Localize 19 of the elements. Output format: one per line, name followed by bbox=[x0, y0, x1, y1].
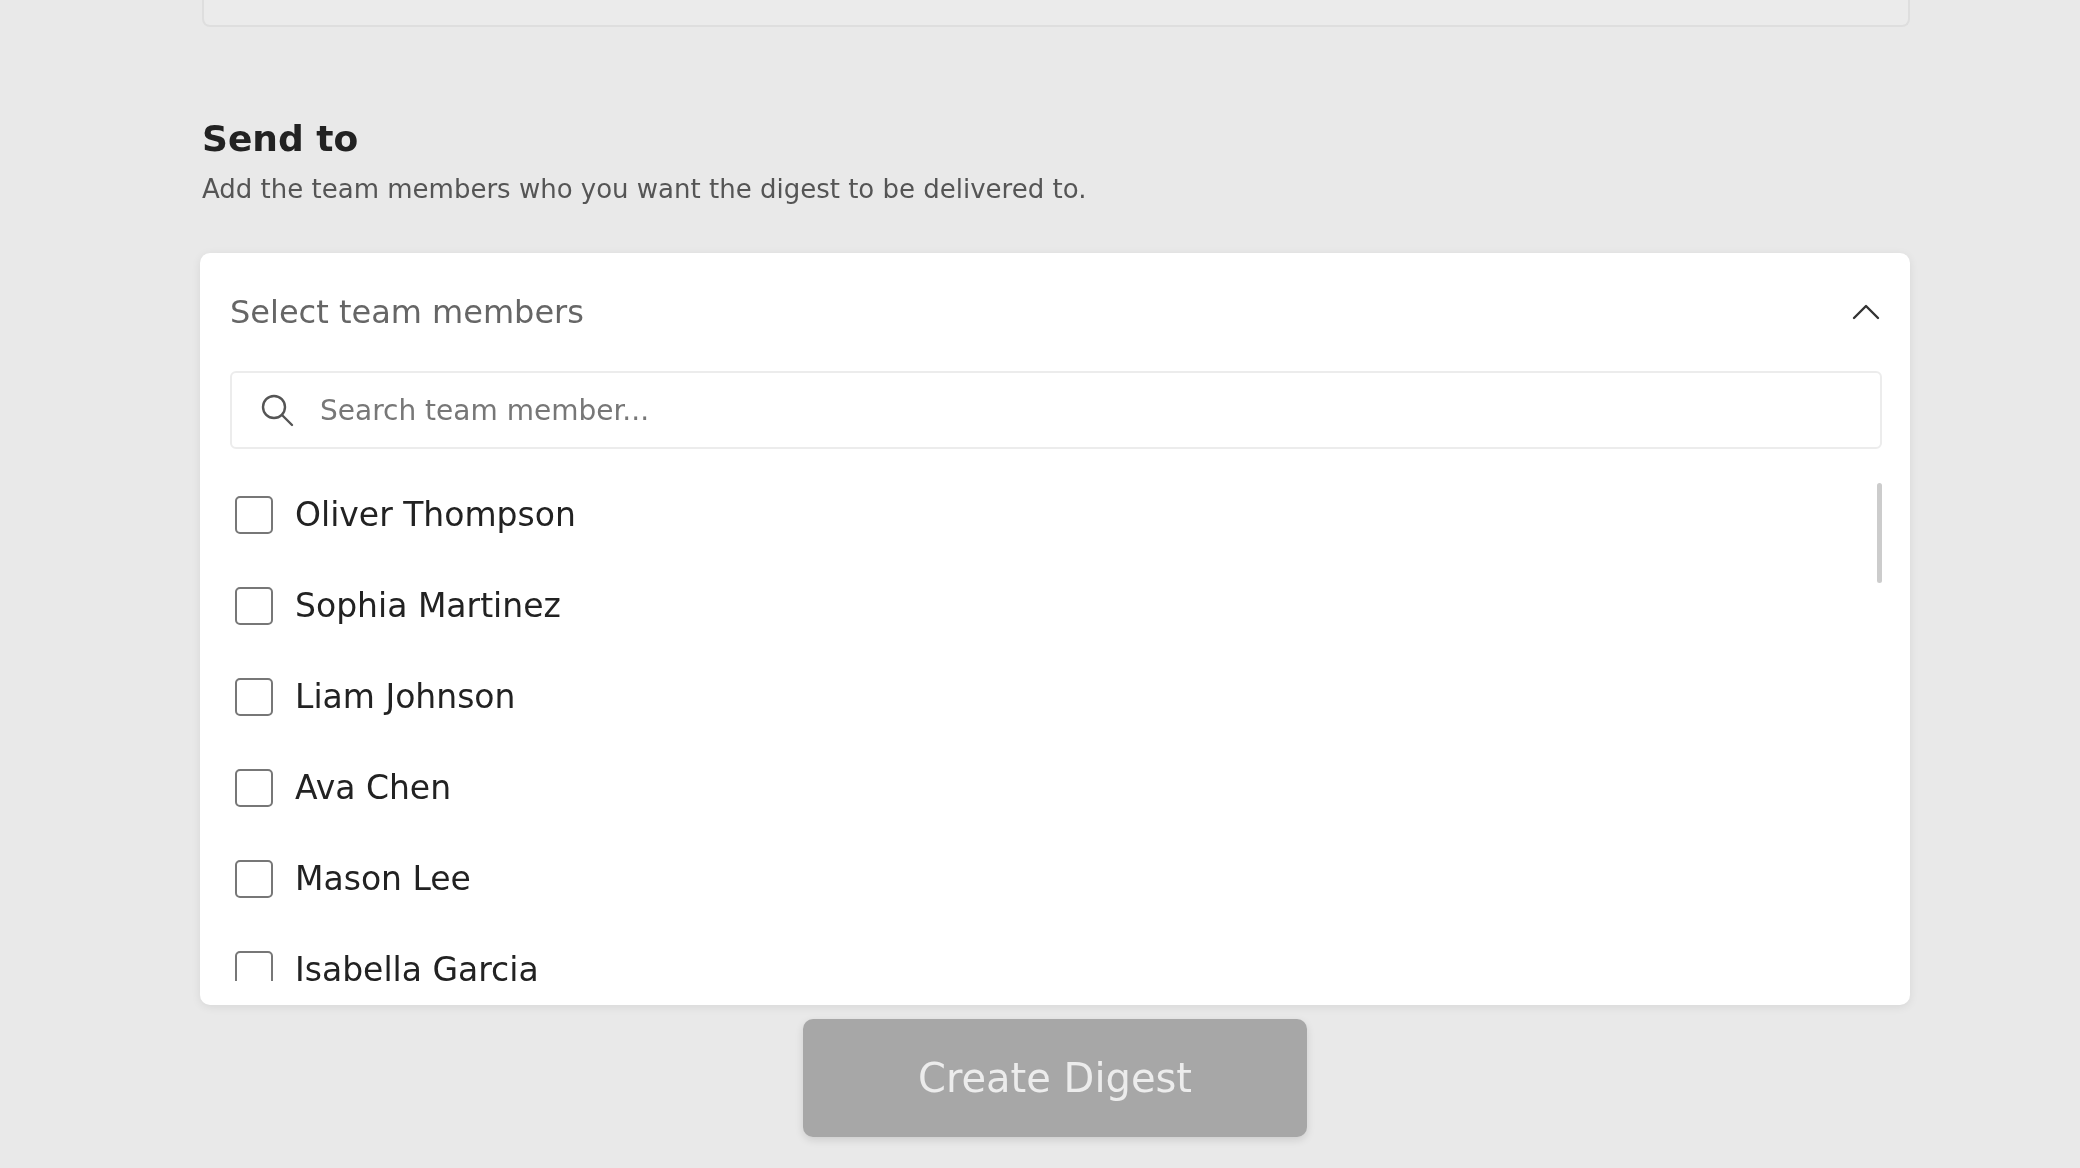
member-name[interactable]: Isabella Garcia bbox=[295, 950, 539, 981]
checkbox[interactable] bbox=[235, 859, 273, 898]
checkbox[interactable] bbox=[235, 586, 273, 625]
search-icon bbox=[260, 393, 294, 427]
checkbox[interactable] bbox=[235, 950, 273, 981]
member-name[interactable]: Ava Chen bbox=[295, 768, 452, 807]
section-title: Send to bbox=[202, 117, 360, 161]
dropdown-placeholder[interactable]: Select team members bbox=[230, 293, 584, 331]
search-field[interactable]: Search team member... bbox=[230, 371, 1882, 449]
member-name[interactable]: Sophia Martinez bbox=[295, 586, 561, 625]
member-name[interactable]: Oliver Thompson bbox=[295, 495, 576, 534]
checkbox[interactable] bbox=[235, 495, 273, 534]
checkbox[interactable] bbox=[235, 677, 273, 716]
scrollbar-thumb[interactable] bbox=[1877, 483, 1882, 583]
member-name[interactable]: Liam Johnson bbox=[295, 677, 516, 716]
member-name[interactable]: Mason Lee bbox=[295, 859, 471, 898]
checkbox[interactable] bbox=[235, 768, 273, 807]
section-description: Add the team members who you want the digest to be delivered to. bbox=[202, 173, 1088, 206]
chevron-icon[interactable] bbox=[1852, 304, 1880, 320]
